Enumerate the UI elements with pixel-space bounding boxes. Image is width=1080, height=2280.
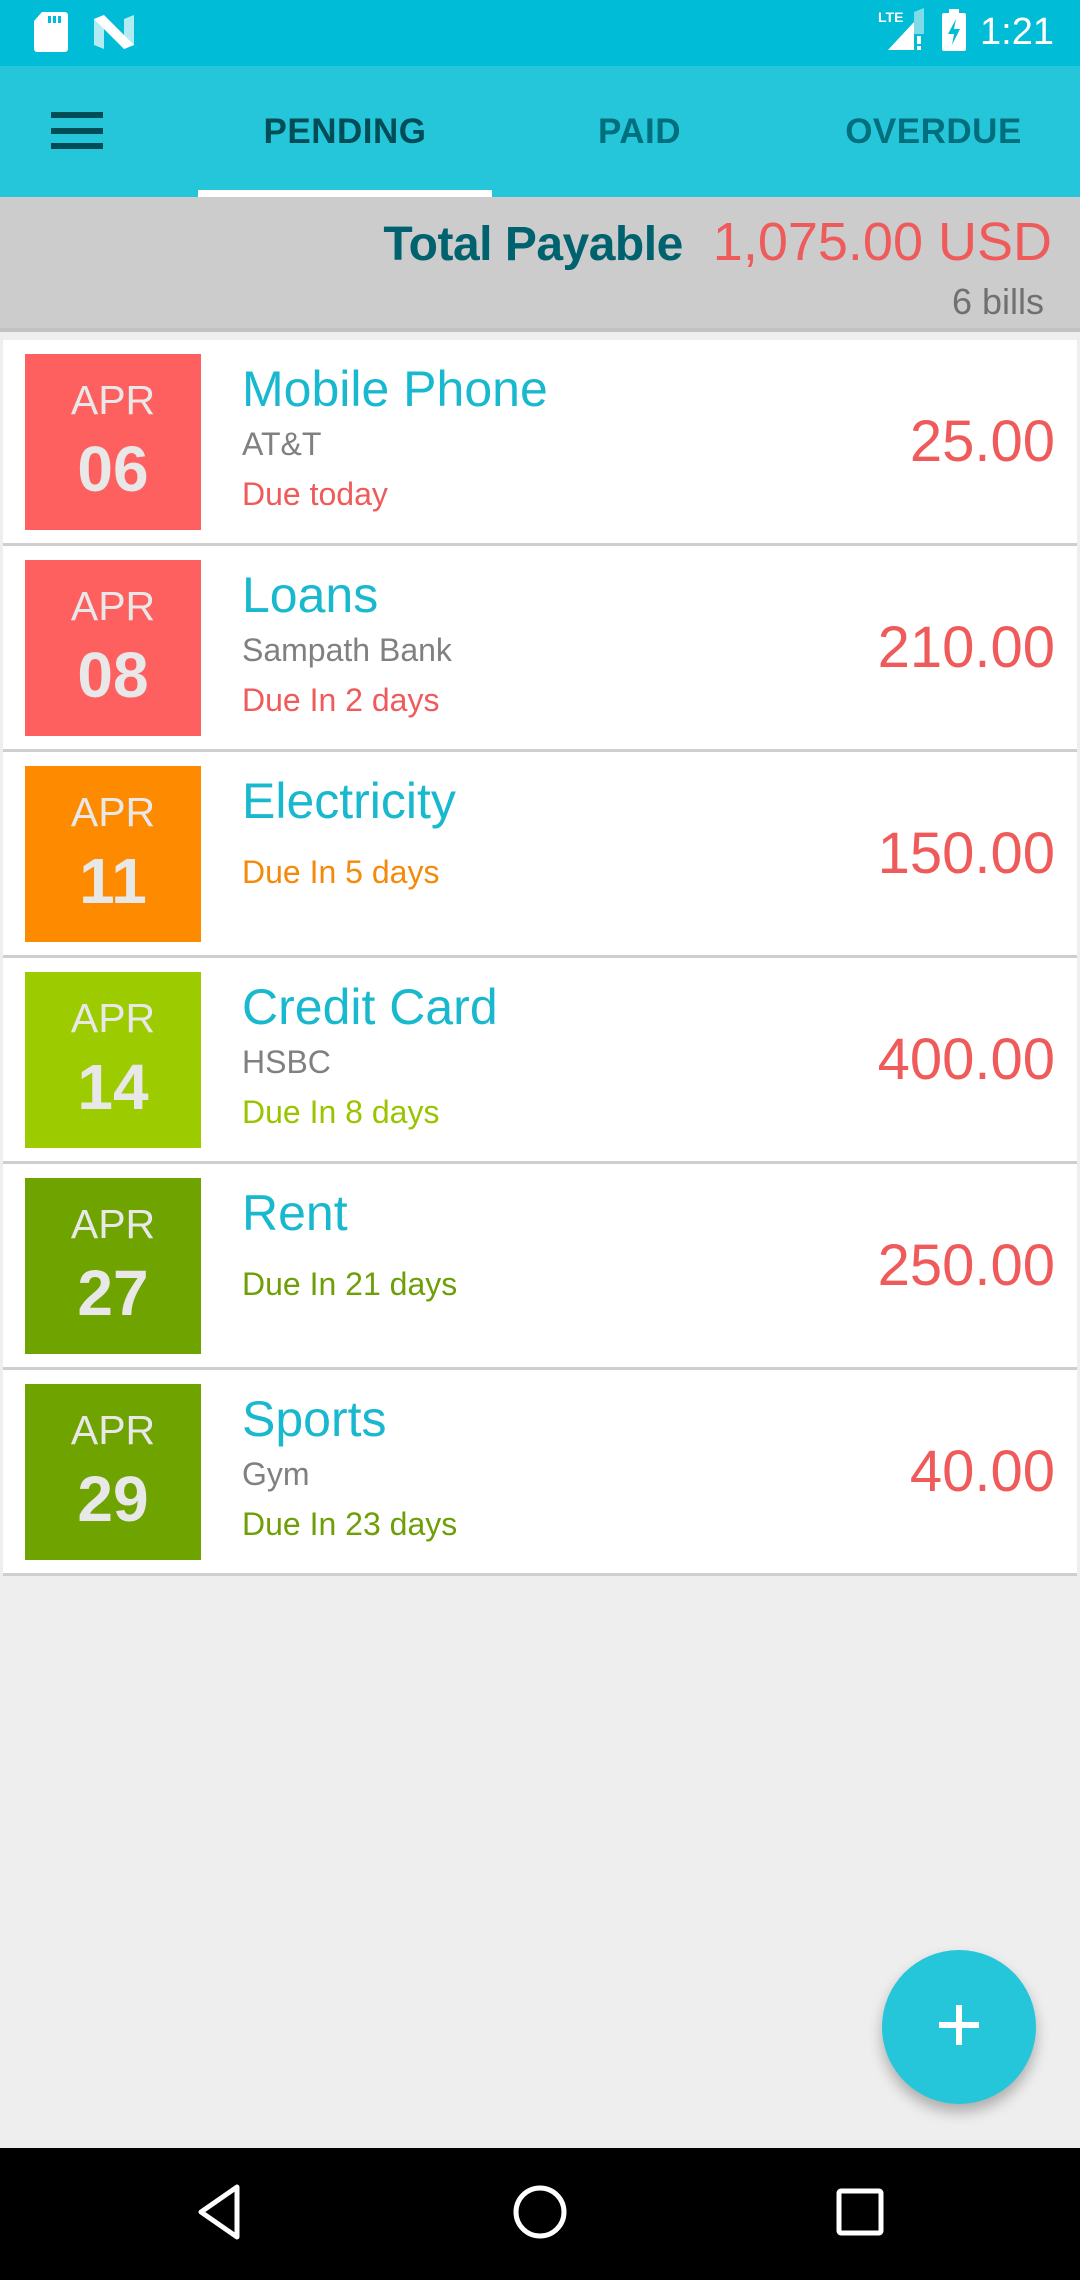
bill-row[interactable]: APR 14 Credit Card HSBC Due In 8 days 40… xyxy=(3,958,1077,1164)
bill-name: Rent xyxy=(242,1185,348,1241)
due-day: 11 xyxy=(79,844,147,917)
total-summary: Total Payable 1,075.00 USD 6 bills xyxy=(0,197,1080,332)
back-triangle-icon xyxy=(195,2184,245,2245)
tab-pending[interactable]: PENDING xyxy=(198,66,492,197)
lte-signal-icon: LTE xyxy=(878,8,928,57)
battery-charging-icon xyxy=(942,9,967,56)
clock-time: 1:21 xyxy=(980,11,1054,53)
bill-amount: 250.00 xyxy=(877,1233,1055,1298)
due-date-badge: APR 27 xyxy=(25,1178,201,1354)
bill-amount: 25.00 xyxy=(909,409,1055,474)
due-day: 27 xyxy=(77,1256,149,1329)
tab-pending-label: PENDING xyxy=(263,111,427,151)
due-date-badge: APR 08 xyxy=(25,560,201,736)
bill-count: 6 bills xyxy=(951,281,1044,322)
bill-row[interactable]: APR 08 Loans Sampath Bank Due In 2 days … xyxy=(3,546,1077,752)
bill-payee: AT&T xyxy=(242,426,322,462)
due-date-badge: APR 29 xyxy=(25,1384,201,1560)
android-n-icon xyxy=(94,15,134,54)
total-payable-label: Total Payable xyxy=(383,218,683,271)
bill-row[interactable]: APR 11 Electricity Due In 5 days 150.00 xyxy=(3,752,1077,958)
due-month: APR xyxy=(70,994,156,1041)
due-month: APR xyxy=(70,1200,156,1247)
system-nav-bar xyxy=(0,2148,1080,2280)
due-month: APR xyxy=(70,582,156,629)
bill-amount: 150.00 xyxy=(877,821,1055,886)
bill-payee: Sampath Bank xyxy=(242,632,452,668)
due-day: 08 xyxy=(77,638,149,711)
due-date-badge: APR 14 xyxy=(25,972,201,1148)
due-day: 06 xyxy=(77,432,149,505)
due-date-badge: APR 11 xyxy=(25,766,201,942)
sd-card-icon xyxy=(34,12,68,57)
bill-payee: HSBC xyxy=(242,1044,331,1080)
total-payable-value: 1,075.00 USD xyxy=(712,212,1052,272)
hamburger-menu-icon xyxy=(51,111,103,155)
bill-payee: Gym xyxy=(242,1456,310,1492)
back-button[interactable] xyxy=(180,2174,260,2254)
bill-name: Mobile Phone xyxy=(242,361,548,417)
bill-name: Loans xyxy=(242,567,379,623)
tab-paid[interactable]: PAID xyxy=(492,66,787,197)
home-button[interactable] xyxy=(500,2174,580,2254)
svg-text:LTE: LTE xyxy=(878,9,903,25)
bill-list: APR 06 Mobile Phone AT&T Due today 25.00… xyxy=(3,340,1077,1576)
bill-name: Credit Card xyxy=(242,979,498,1035)
due-month: APR xyxy=(70,376,156,423)
plus-icon xyxy=(939,2004,979,2050)
bill-due-status: Due In 21 days xyxy=(242,1266,458,1302)
active-tab-indicator xyxy=(198,190,492,197)
bill-due-status: Due today xyxy=(242,476,388,513)
bill-amount: 40.00 xyxy=(909,1439,1055,1504)
bill-amount: 210.00 xyxy=(877,615,1055,680)
home-circle-icon xyxy=(512,2184,568,2245)
bill-name: Sports xyxy=(242,1391,387,1447)
tab-paid-label: PAID xyxy=(597,111,682,151)
app-toolbar: PENDING PAID OVERDUE xyxy=(0,66,1080,197)
recents-button[interactable] xyxy=(820,2174,900,2254)
bill-row[interactable]: APR 29 Sports Gym Due In 23 days 40.00 xyxy=(3,1370,1077,1576)
status-bar: LTE 1:21 xyxy=(0,0,1080,66)
due-month: APR xyxy=(70,1406,156,1453)
tab-bar: PENDING PAID OVERDUE xyxy=(198,66,1080,197)
due-date-badge: APR 06 xyxy=(25,354,201,530)
due-day: 29 xyxy=(77,1462,149,1535)
due-day: 14 xyxy=(77,1050,149,1123)
bill-row[interactable]: APR 06 Mobile Phone AT&T Due today 25.00 xyxy=(3,340,1077,546)
add-bill-button[interactable] xyxy=(882,1950,1036,2104)
bill-amount: 400.00 xyxy=(877,1027,1055,1092)
recents-square-icon xyxy=(835,2187,885,2242)
due-month: APR xyxy=(70,788,156,835)
bill-name: Electricity xyxy=(242,773,456,829)
bill-due-status: Due In 23 days xyxy=(242,1506,458,1543)
bill-due-status: Due In 2 days xyxy=(242,682,440,719)
menu-button[interactable] xyxy=(40,96,114,170)
bill-due-status: Due In 8 days xyxy=(242,1094,440,1131)
bill-due-status: Due In 5 days xyxy=(242,854,440,890)
tab-overdue-label: OVERDUE xyxy=(845,111,1022,151)
bill-row[interactable]: APR 27 Rent Due In 21 days 250.00 xyxy=(3,1164,1077,1370)
tab-overdue[interactable]: OVERDUE xyxy=(787,66,1080,197)
